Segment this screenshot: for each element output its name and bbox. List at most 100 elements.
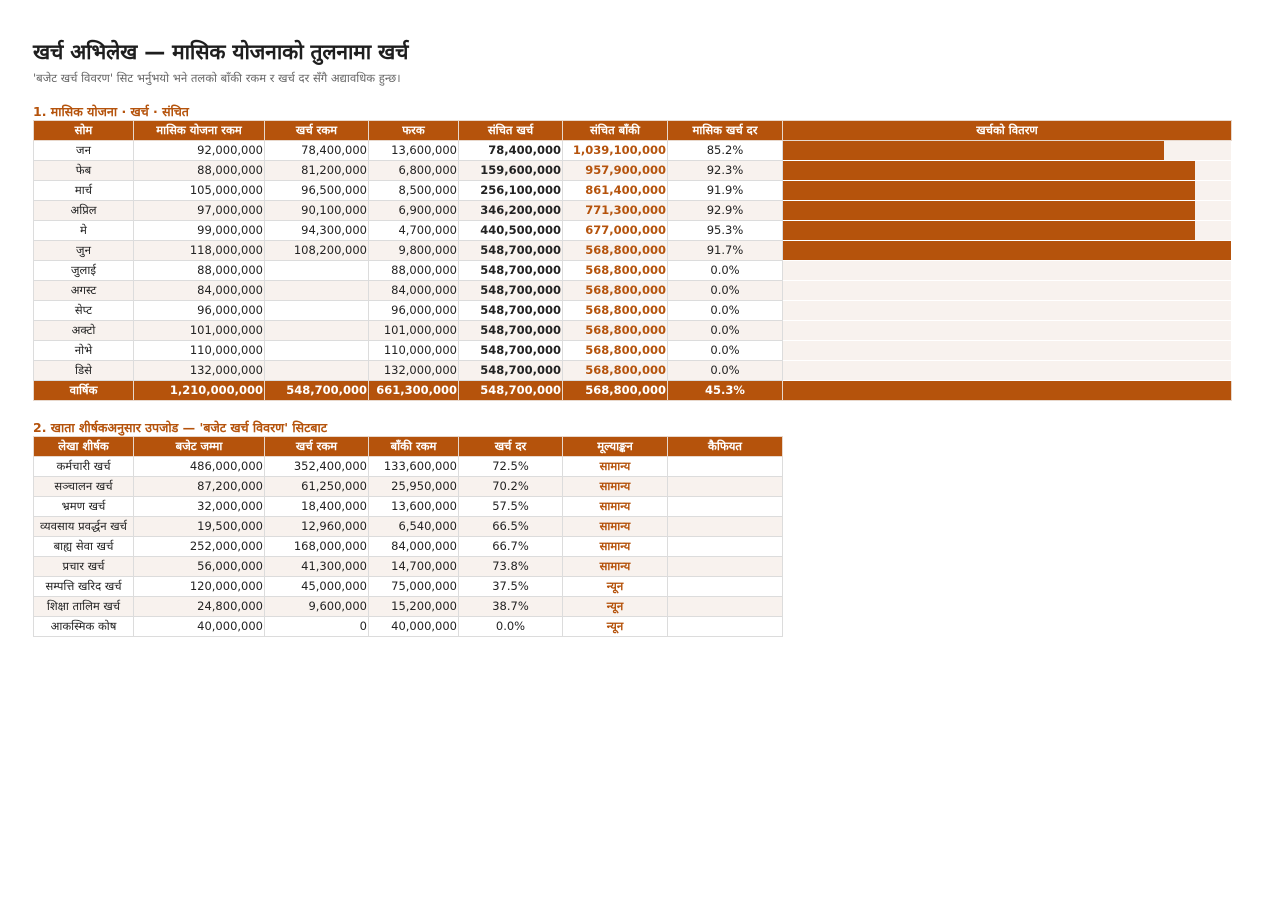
account-rate-cell[interactable]: 70.2%	[458, 476, 563, 497]
distribution-cell[interactable]	[782, 300, 1232, 321]
total-rate-cell[interactable]: 45.3%	[667, 380, 783, 401]
account-left-cell[interactable]: 84,000,000	[368, 536, 459, 557]
plan-cell[interactable]: 99,000,000	[133, 220, 265, 241]
diff-cell[interactable]: 13,600,000	[368, 140, 459, 161]
distribution-cell[interactable]	[782, 140, 1232, 161]
evaluation-cell[interactable]: सामान्य	[562, 496, 668, 517]
month-cell[interactable]: जन	[33, 140, 134, 161]
rate-cell[interactable]: 0.0%	[667, 320, 783, 341]
cum-left-cell[interactable]: 568,800,000	[562, 320, 668, 341]
rate-cell[interactable]: 85.2%	[667, 140, 783, 161]
rate-cell[interactable]: 95.3%	[667, 220, 783, 241]
total-diff-cell[interactable]: 661,300,000	[368, 380, 459, 401]
evaluation-cell[interactable]: न्यून	[562, 596, 668, 617]
account-rate-cell[interactable]: 38.7%	[458, 596, 563, 617]
budget-cell[interactable]: 56,000,000	[133, 556, 265, 577]
remarks-cell[interactable]	[667, 516, 783, 537]
cum-left-cell[interactable]: 568,800,000	[562, 260, 668, 281]
account-name-cell[interactable]: भ्रमण खर्च	[33, 496, 134, 517]
account-rate-cell[interactable]: 0.0%	[458, 616, 563, 637]
col-header-account[interactable]: लेखा शीर्षक	[33, 436, 134, 457]
distribution-cell[interactable]	[782, 380, 1232, 401]
cum-spent-cell[interactable]: 159,600,000	[458, 160, 563, 181]
account-left-cell[interactable]: 13,600,000	[368, 496, 459, 517]
cum-spent-cell[interactable]: 548,700,000	[458, 280, 563, 301]
col-header-distribution[interactable]: खर्चको वितरण	[782, 120, 1232, 141]
col-header-account-left[interactable]: बाँकी रकम	[368, 436, 459, 457]
account-name-cell[interactable]: सञ्चालन खर्च	[33, 476, 134, 497]
cum-spent-cell[interactable]: 548,700,000	[458, 240, 563, 261]
budget-cell[interactable]: 486,000,000	[133, 456, 265, 477]
budget-cell[interactable]: 32,000,000	[133, 496, 265, 517]
rate-cell[interactable]: 91.7%	[667, 240, 783, 261]
spent-cell[interactable]	[264, 280, 369, 301]
cum-left-cell[interactable]: 677,000,000	[562, 220, 668, 241]
account-spent-cell[interactable]: 168,000,000	[264, 536, 369, 557]
diff-cell[interactable]: 88,000,000	[368, 260, 459, 281]
budget-cell[interactable]: 19,500,000	[133, 516, 265, 537]
distribution-cell[interactable]	[782, 220, 1232, 241]
plan-cell[interactable]: 132,000,000	[133, 360, 265, 381]
distribution-cell[interactable]	[782, 260, 1232, 281]
rate-cell[interactable]: 0.0%	[667, 300, 783, 321]
month-cell[interactable]: सेप्ट	[33, 300, 134, 321]
diff-cell[interactable]: 8,500,000	[368, 180, 459, 201]
account-name-cell[interactable]: आकस्मिक कोष	[33, 616, 134, 637]
diff-cell[interactable]: 132,000,000	[368, 360, 459, 381]
rate-cell[interactable]: 0.0%	[667, 260, 783, 281]
account-rate-cell[interactable]: 73.8%	[458, 556, 563, 577]
cum-spent-cell[interactable]: 548,700,000	[458, 360, 563, 381]
diff-cell[interactable]: 9,800,000	[368, 240, 459, 261]
account-spent-cell[interactable]: 12,960,000	[264, 516, 369, 537]
account-left-cell[interactable]: 133,600,000	[368, 456, 459, 477]
spent-cell[interactable]	[264, 340, 369, 361]
col-header-evaluation[interactable]: मूल्याङ्कन	[562, 436, 668, 457]
cum-left-cell[interactable]: 568,800,000	[562, 240, 668, 261]
cum-spent-cell[interactable]: 548,700,000	[458, 300, 563, 321]
col-header-budget[interactable]: बजेट जम्मा	[133, 436, 265, 457]
account-spent-cell[interactable]: 18,400,000	[264, 496, 369, 517]
spent-cell[interactable]	[264, 260, 369, 281]
month-cell[interactable]: फेब	[33, 160, 134, 181]
month-cell[interactable]: मे	[33, 220, 134, 241]
month-cell[interactable]: डिसे	[33, 360, 134, 381]
cum-spent-cell[interactable]: 440,500,000	[458, 220, 563, 241]
cum-left-cell[interactable]: 861,400,000	[562, 180, 668, 201]
col-header-plan[interactable]: मासिक योजना रकम	[133, 120, 265, 141]
distribution-cell[interactable]	[782, 240, 1232, 261]
plan-cell[interactable]: 96,000,000	[133, 300, 265, 321]
col-header-spent[interactable]: खर्च रकम	[264, 120, 369, 141]
cum-spent-cell[interactable]: 548,700,000	[458, 260, 563, 281]
distribution-cell[interactable]	[782, 360, 1232, 381]
col-header-account-spent[interactable]: खर्च रकम	[264, 436, 369, 457]
diff-cell[interactable]: 96,000,000	[368, 300, 459, 321]
cum-left-cell[interactable]: 568,800,000	[562, 340, 668, 361]
total-spent-cell[interactable]: 548,700,000	[264, 380, 369, 401]
plan-cell[interactable]: 84,000,000	[133, 280, 265, 301]
total-label-cell[interactable]: वार्षिक	[33, 380, 134, 401]
month-cell[interactable]: मार्च	[33, 180, 134, 201]
distribution-cell[interactable]	[782, 180, 1232, 201]
account-rate-cell[interactable]: 57.5%	[458, 496, 563, 517]
cum-left-cell[interactable]: 568,800,000	[562, 300, 668, 321]
cum-left-cell[interactable]: 568,800,000	[562, 280, 668, 301]
diff-cell[interactable]: 6,900,000	[368, 200, 459, 221]
rate-cell[interactable]: 0.0%	[667, 280, 783, 301]
account-spent-cell[interactable]: 61,250,000	[264, 476, 369, 497]
evaluation-cell[interactable]: न्यून	[562, 616, 668, 637]
spent-cell[interactable]	[264, 320, 369, 341]
remarks-cell[interactable]	[667, 456, 783, 477]
account-spent-cell[interactable]: 45,000,000	[264, 576, 369, 597]
rate-cell[interactable]: 91.9%	[667, 180, 783, 201]
month-cell[interactable]: नोभे	[33, 340, 134, 361]
evaluation-cell[interactable]: सामान्य	[562, 556, 668, 577]
account-name-cell[interactable]: कर्मचारी खर्च	[33, 456, 134, 477]
budget-cell[interactable]: 87,200,000	[133, 476, 265, 497]
month-cell[interactable]: अक्टो	[33, 320, 134, 341]
plan-cell[interactable]: 97,000,000	[133, 200, 265, 221]
evaluation-cell[interactable]: सामान्य	[562, 516, 668, 537]
spent-cell[interactable]: 90,100,000	[264, 200, 369, 221]
remarks-cell[interactable]	[667, 556, 783, 577]
account-name-cell[interactable]: प्रचार खर्च	[33, 556, 134, 577]
plan-cell[interactable]: 88,000,000	[133, 160, 265, 181]
